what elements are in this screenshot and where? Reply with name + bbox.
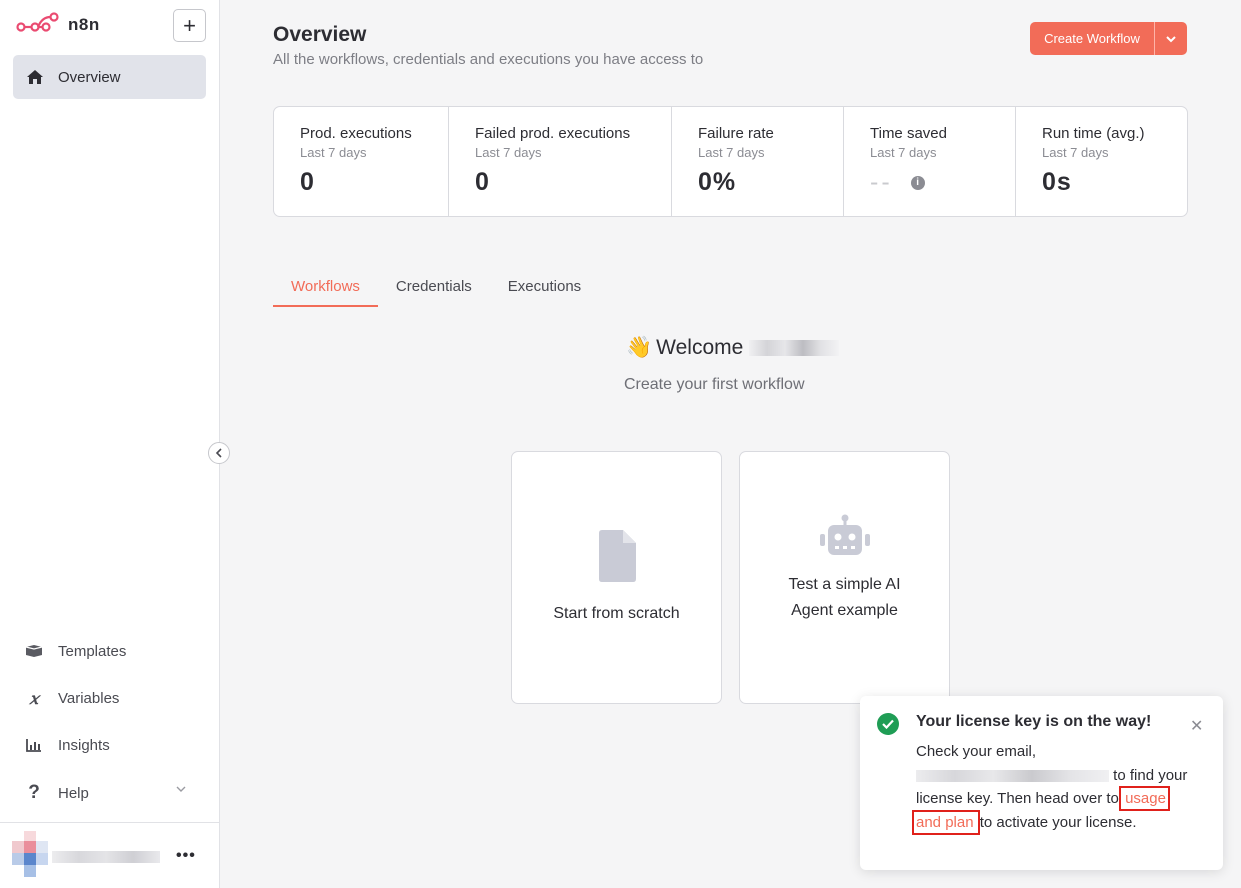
chevron-down-icon — [176, 786, 186, 792]
home-icon — [27, 70, 43, 84]
create-workflow-button[interactable]: Create Workflow — [1030, 22, 1154, 55]
insights-summary: Prod. executions Last 7 days 0 Failed pr… — [273, 106, 1188, 217]
create-workflow-group: Create Workflow — [1030, 22, 1187, 55]
chevron-down-icon — [1166, 35, 1176, 42]
welcome-heading: 👋 Welcome — [626, 336, 840, 360]
stat-value: -- i — [870, 168, 1015, 197]
sidebar-item-insights[interactable]: Insights — [0, 725, 220, 765]
stat-period: Last 7 days — [1042, 145, 1109, 160]
brand-logo[interactable]: n8n — [16, 12, 100, 38]
welcome-subtitle: Create your first workflow — [624, 376, 805, 393]
box-icon — [24, 644, 44, 658]
sidebar-item-label: Insights — [58, 736, 110, 754]
bar-chart-icon — [24, 738, 44, 752]
stat-prod-executions[interactable]: Prod. executions Last 7 days 0 — [274, 107, 449, 216]
sidebar-item-label: Templates — [58, 642, 127, 660]
sidebar-item-label: Help — [58, 784, 89, 802]
start-from-scratch-card[interactable]: Start from scratch — [511, 451, 722, 704]
sidebar-item-label: Variables — [58, 689, 120, 707]
sidebar-item-overview[interactable]: Overview — [13, 55, 206, 99]
sidebar-item-label: Overview — [58, 68, 121, 86]
sidebar-item-templates[interactable]: Templates — [0, 631, 220, 671]
success-check-icon — [877, 713, 899, 735]
sidebar-item-help[interactable]: ? Help — [0, 773, 220, 813]
stat-label: Failure rate — [698, 125, 774, 142]
close-icon[interactable]: ✕ — [1190, 716, 1203, 736]
n8n-logo-icon — [16, 12, 59, 32]
brand-name: n8n — [68, 15, 100, 34]
user-name-redacted — [52, 851, 160, 863]
overview-tabs: Workflows Credentials Executions — [273, 276, 599, 307]
stat-value: 0 — [300, 168, 315, 196]
sidebar-item-variables[interactable]: 𝑥 Variables — [0, 678, 220, 718]
chevron-left-icon — [215, 448, 222, 458]
robot-icon — [819, 514, 870, 555]
toast-text: Check your email, — [916, 743, 1037, 760]
tab-workflows[interactable]: Workflows — [273, 276, 378, 307]
stat-label: Prod. executions — [300, 125, 412, 142]
stat-time-saved[interactable]: Time saved Last 7 days -- i — [844, 107, 1016, 216]
stat-period: Last 7 days — [300, 145, 367, 160]
welcome-greeting: Welcome — [656, 336, 744, 359]
toast-message: Check your email, to find your license k… — [912, 740, 1191, 835]
toast-text: to activate your license. — [979, 813, 1137, 831]
card-label: Test a simple AI Agent example — [788, 575, 901, 619]
page-subtitle: All the workflows, credentials and execu… — [273, 51, 704, 68]
stat-failure-rate[interactable]: Failure rate Last 7 days 0% — [672, 107, 844, 216]
plus-icon: + — [183, 12, 196, 38]
stat-value: 0 — [475, 168, 490, 196]
waving-hand-icon: 👋 — [626, 336, 653, 359]
user-menu[interactable]: ••• — [0, 822, 220, 888]
user-name-redacted — [749, 340, 840, 356]
stat-period: Last 7 days — [870, 145, 937, 160]
collapse-sidebar-button[interactable] — [208, 442, 230, 464]
tab-executions[interactable]: Executions — [490, 276, 599, 307]
page-title: Overview — [273, 23, 367, 46]
info-icon[interactable]: i — [910, 175, 925, 190]
add-button[interactable]: + — [173, 9, 206, 42]
tab-credentials[interactable]: Credentials — [378, 276, 490, 307]
question-icon: ? — [28, 782, 40, 803]
ai-agent-example-card[interactable]: Test a simple AI Agent example — [739, 451, 950, 704]
stat-value: 0% — [698, 168, 737, 196]
license-toast: Your license key is on the way! ✕ Check … — [860, 696, 1223, 870]
create-options-button[interactable] — [1154, 22, 1187, 55]
stat-failed-executions[interactable]: Failed prod. executions Last 7 days 0 — [449, 107, 672, 216]
stat-label: Failed prod. executions — [475, 125, 631, 142]
avatar — [12, 831, 48, 877]
sidebar: n8n + Overview Templates 𝑥 Variables Ins… — [0, 0, 230, 888]
stat-value-text: -- — [870, 168, 893, 196]
stat-period: Last 7 days — [475, 145, 542, 160]
stat-value: 0s — [1042, 168, 1072, 196]
variable-x-icon: 𝑥 — [29, 688, 39, 708]
stat-label: Run time (avg.) — [1042, 125, 1145, 142]
stat-period: Last 7 days — [698, 145, 765, 160]
stat-label: Time saved — [870, 125, 947, 142]
more-options-icon[interactable]: ••• — [176, 847, 196, 865]
email-redacted — [916, 769, 1109, 782]
file-icon — [598, 529, 636, 582]
toast-title: Your license key is on the way! — [916, 713, 1152, 730]
stat-run-time[interactable]: Run time (avg.) Last 7 days 0s — [1016, 107, 1187, 216]
card-label: Start from scratch — [553, 604, 680, 622]
